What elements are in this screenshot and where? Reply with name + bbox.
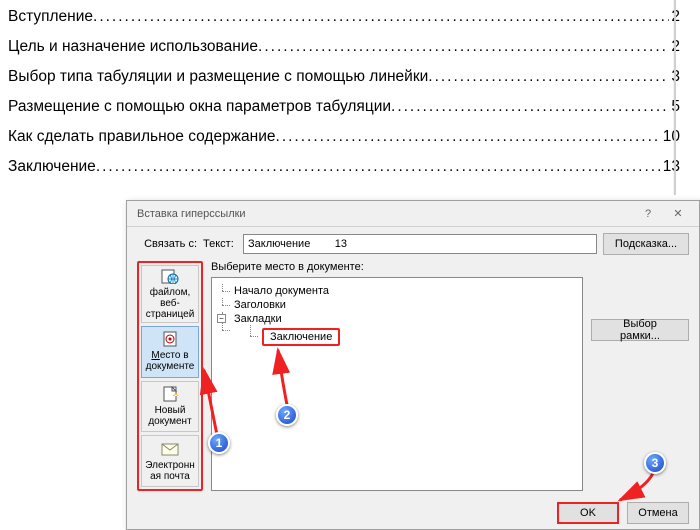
collapse-icon[interactable]: −: [217, 314, 226, 323]
tree-headings[interactable]: Заголовки: [220, 298, 574, 312]
toc-title: Размещение с помощью окна параметров таб…: [8, 98, 391, 116]
place-in-doc-icon: [161, 331, 179, 347]
cancel-button[interactable]: Отмена: [627, 502, 689, 524]
insert-hyperlink-dialog: Вставка гиперссылки ? ✕ Связать с: Текст…: [126, 200, 700, 530]
tree-bookmarks[interactable]: − Закладки Заключение: [220, 312, 574, 348]
dialog-titlebar: Вставка гиперссылки ? ✕: [127, 201, 699, 227]
toc-leader-dots: [391, 98, 669, 116]
place-tree-area: Выберите место в документе: Начало докум…: [211, 261, 583, 491]
tree-top-of-doc[interactable]: Начало документа: [220, 284, 574, 298]
dialog-title: Вставка гиперссылки: [137, 208, 633, 220]
place-tree[interactable]: Начало документа Заголовки − Закладки За…: [211, 277, 583, 491]
dialog-footer: OK Отмена: [127, 497, 699, 529]
link-to-panel: файлом, веб-страницей Место в документе …: [137, 261, 203, 491]
link-to-email[interactable]: Электронная почта: [141, 435, 199, 487]
close-icon[interactable]: ✕: [663, 204, 693, 224]
link-to-new-doc-label: Новый документ: [143, 405, 197, 427]
bookmark-highlight: Заключение: [262, 328, 340, 346]
link-to-file-web[interactable]: файлом, веб-страницей: [141, 265, 199, 323]
display-text-input[interactable]: [243, 234, 597, 254]
toc-line: Как сделать правильное содержание 10: [8, 128, 680, 146]
select-place-label: Выберите место в документе:: [211, 261, 583, 273]
link-with-label: Связать с:: [137, 238, 197, 250]
text-row: Связать с: Текст: Подсказка...: [127, 227, 699, 261]
help-icon[interactable]: ?: [633, 204, 663, 224]
toc-title: Выбор типа табуляции и размещение с помо…: [8, 68, 428, 86]
tree-bookmark-item[interactable]: Заключение: [248, 325, 574, 347]
document-background: Вступление2 Цель и назначение использован…: [0, 0, 700, 176]
toc-leader-dots: [428, 68, 669, 86]
toc-title: Вступление: [8, 8, 93, 26]
toc-line: Вступление2: [8, 8, 680, 26]
toc-leader-dots: [96, 158, 661, 176]
toc-line: Выбор типа табуляции и размещение с помо…: [8, 68, 680, 86]
file-web-icon: [161, 268, 179, 284]
toc-title: Заключение: [8, 158, 96, 176]
text-label: Текст:: [203, 238, 237, 250]
toc-title: Цель и назначение использование: [8, 38, 258, 56]
toc-page: 10: [661, 128, 680, 146]
target-frame-button[interactable]: Выбор рамки...: [591, 319, 689, 341]
link-to-new-doc[interactable]: Новый документ: [141, 381, 199, 433]
page-edge: [674, 0, 676, 195]
screentip-button[interactable]: Подсказка...: [603, 233, 689, 255]
toc-line: Цель и назначение использование 2: [8, 38, 680, 56]
link-to-place-label: Место в документе: [143, 350, 197, 372]
toc-leader-dots: [258, 38, 669, 56]
right-button-col: Выбор рамки...: [591, 261, 689, 491]
toc-title: Как сделать правильное содержание: [8, 128, 276, 146]
new-doc-icon: [161, 386, 179, 402]
toc-leader-dots: [93, 8, 669, 26]
link-to-file-web-label: файлом, веб-страницей: [143, 287, 197, 320]
email-icon: [161, 441, 179, 457]
link-to-place-in-doc[interactable]: Место в документе: [141, 326, 199, 378]
toc-leader-dots: [276, 128, 661, 146]
toc-line: Размещение с помощью окна параметров таб…: [8, 98, 680, 116]
toc-line: Заключение 13: [8, 158, 680, 176]
link-to-email-label: Электронная почта: [143, 460, 197, 482]
ok-button[interactable]: OK: [557, 502, 619, 524]
toc-page: 13: [661, 158, 680, 176]
